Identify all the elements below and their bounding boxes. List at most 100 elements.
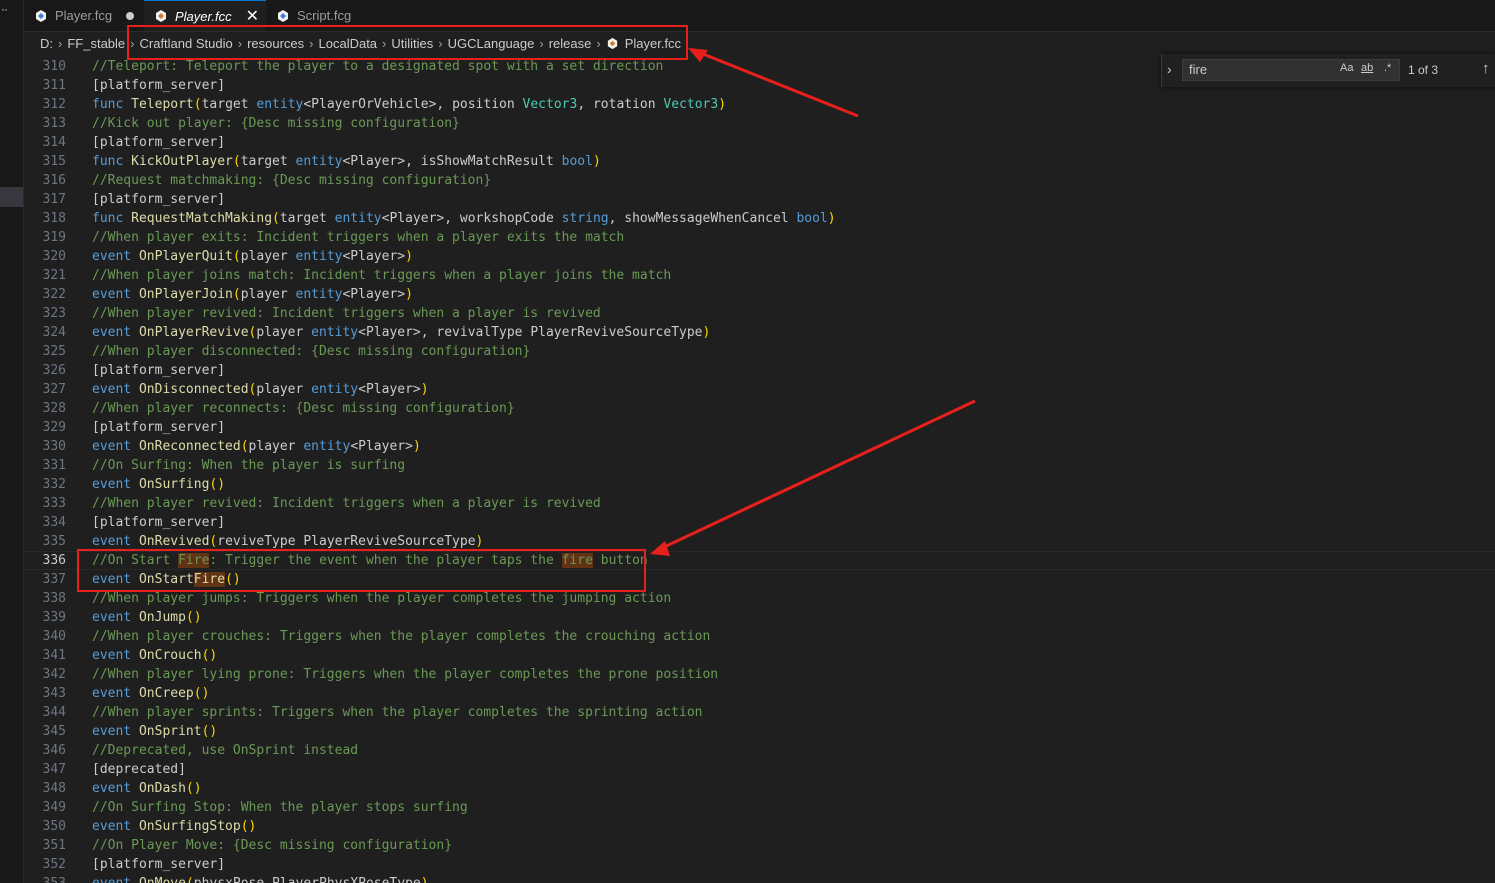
regex-button[interactable]: .* xyxy=(1384,62,1391,74)
code-token: [platform_server] xyxy=(92,135,226,150)
code-line[interactable]: 315 func KickOutPlayer(target entity<Play… xyxy=(24,152,1495,171)
previous-match-arrow-icon[interactable]: ↑ xyxy=(1482,60,1490,77)
line-number: 328 xyxy=(42,401,66,416)
code-line[interactable]: 345 event OnSprint() xyxy=(24,722,1495,741)
code-token: OnCreep xyxy=(138,686,194,701)
line-number: 325 xyxy=(42,344,66,359)
code-line[interactable]: 336 //On Start Fire: Trigger the event wh… xyxy=(24,551,1495,570)
code-text: event OnPlayerQuit(player entity<Player>… xyxy=(92,247,413,266)
code-token: entity xyxy=(311,382,359,397)
whole-word-button[interactable]: ab xyxy=(1361,62,1373,74)
code-line[interactable]: 328 //When player reconnects: {Desc missi… xyxy=(24,399,1495,418)
breadcrumb-item-utilities[interactable]: Utilities xyxy=(391,36,433,51)
code-token: ( xyxy=(272,211,280,226)
code-line[interactable]: 344 //When player sprints: Triggers when … xyxy=(24,703,1495,722)
code-line[interactable]: 341 event OnCrouch() xyxy=(24,646,1495,665)
code-line[interactable]: 342 //When player lying prone: Triggers w… xyxy=(24,665,1495,684)
code-token: player xyxy=(256,325,312,340)
tab-player-fcg[interactable]: Player.fcg xyxy=(34,0,146,31)
code-token: ) xyxy=(702,325,711,340)
breadcrumb-item-ff-stable[interactable]: FF_stable xyxy=(67,36,125,51)
code-line[interactable]: 343 event OnCreep() xyxy=(24,684,1495,703)
breadcrumb-item-resources[interactable]: resources xyxy=(247,36,304,51)
code-line[interactable]: 348 event OnDash() xyxy=(24,779,1495,798)
breadcrumb-item-craftland-studio[interactable]: Craftland Studio xyxy=(140,36,233,51)
breadcrumb-item-localdata[interactable]: LocalData xyxy=(319,36,378,51)
code-token: target xyxy=(201,97,257,112)
breadcrumb-item-release[interactable]: release xyxy=(549,36,592,51)
breadcrumb-item-drive[interactable]: D: xyxy=(40,36,53,51)
code-line[interactable]: 347 [deprecated] xyxy=(24,760,1495,779)
toggle-replace-chevron-icon[interactable]: › xyxy=(1167,61,1172,77)
code-line[interactable]: 321 //When player joins match: Incident t… xyxy=(24,266,1495,285)
code-line[interactable]: 338 //When player jumps: Triggers when th… xyxy=(24,589,1495,608)
code-line[interactable]: 340 //When player crouches: Triggers when… xyxy=(24,627,1495,646)
code-line[interactable]: 316 //Request matchmaking: {Desc missing … xyxy=(24,171,1495,190)
code-line[interactable]: 320 event OnPlayerQuit(player entity<Play… xyxy=(24,247,1495,266)
code-line[interactable]: 317 [platform_server] xyxy=(24,190,1495,209)
code-line[interactable]: 353 event OnMove(physxPose PlayerPhysXPos… xyxy=(24,874,1495,883)
code-token: OnReconnected xyxy=(138,439,241,454)
code-token: () xyxy=(193,686,210,701)
breadcrumb-item-player-fcc[interactable]: Player.fcc xyxy=(625,36,681,51)
code-line[interactable]: 350 event OnSurfingStop() xyxy=(24,817,1495,836)
code-line[interactable]: 352 [platform_server] xyxy=(24,855,1495,874)
code-text: //When player lying prone: Triggers when… xyxy=(92,665,718,684)
code-line[interactable]: 351 //On Player Move: {Desc missing confi… xyxy=(24,836,1495,855)
code-line[interactable]: 323 //When player revived: Incident trigg… xyxy=(24,304,1495,323)
line-number: 344 xyxy=(42,705,66,720)
code-editor-window: ·· Player.fcg Player.fcc ✕ Script.fcg D:… xyxy=(0,0,1495,883)
code-text: event OnRevived(reviveType PlayerReviveS… xyxy=(92,532,483,551)
code-line[interactable]: 318 func RequestMatchMaking(target entity… xyxy=(24,209,1495,228)
line-number: 317 xyxy=(42,192,66,207)
close-tab-icon[interactable]: ✕ xyxy=(246,6,259,26)
code-text: //When player revived: Incident triggers… xyxy=(92,494,601,513)
tab-player-fcc[interactable]: Player.fcc ✕ xyxy=(144,0,266,31)
code-line[interactable]: 329 [platform_server] xyxy=(24,418,1495,437)
code-token: ( xyxy=(232,287,241,302)
code-line[interactable]: 313 //Kick out player: {Desc missing conf… xyxy=(24,114,1495,133)
code-token: OnSprint xyxy=(138,724,202,739)
code-line[interactable]: 330 event OnReconnected(player entity<Pla… xyxy=(24,437,1495,456)
code-line[interactable]: 326 [platform_server] xyxy=(24,361,1495,380)
line-number: 349 xyxy=(42,800,66,815)
more-actions-icon[interactable]: ·· xyxy=(1,2,8,16)
code-line[interactable]: 335 event OnRevived(reviveType PlayerRevi… xyxy=(24,532,1495,551)
line-number: 327 xyxy=(42,382,66,397)
tab-script-fcg[interactable]: Script.fcg xyxy=(276,0,386,31)
code-token: event xyxy=(92,249,139,264)
code-token: OnRevived xyxy=(138,534,210,549)
code-token: event xyxy=(92,648,139,663)
code-line[interactable]: 334 [platform_server] xyxy=(24,513,1495,532)
line-number: 351 xyxy=(42,838,66,853)
code-line[interactable]: 314 [platform_server] xyxy=(24,133,1495,152)
code-token: bool xyxy=(561,154,593,169)
code-editor[interactable]: 310 //Teleport: Teleport the player to a … xyxy=(24,57,1495,883)
code-line[interactable]: 322 event OnPlayerJoin(player entity<Play… xyxy=(24,285,1495,304)
code-line[interactable]: 346 //Deprecated, use OnSprint instead xyxy=(24,741,1495,760)
code-token: <Player> xyxy=(350,439,413,454)
code-line[interactable]: 331 //On Surfing: When the player is surf… xyxy=(24,456,1495,475)
code-text: event OnStartFire() xyxy=(92,570,241,589)
breadcrumb-item-ugclanguage[interactable]: UGCLanguage xyxy=(448,36,535,51)
code-line[interactable]: 319 //When player exits: Incident trigger… xyxy=(24,228,1495,247)
code-line[interactable]: 349 //On Surfing Stop: When the player st… xyxy=(24,798,1495,817)
code-line[interactable]: 333 //When player revived: Incident trigg… xyxy=(24,494,1495,513)
code-token: [platform_server] xyxy=(92,420,226,435)
code-line[interactable]: 312 func Teleport(target entity<PlayerOrV… xyxy=(24,95,1495,114)
tab-label: Script.fcg xyxy=(297,8,352,23)
code-token: event xyxy=(92,382,139,397)
code-line[interactable]: 332 event OnSurfing() xyxy=(24,475,1495,494)
code-line[interactable]: 339 event OnJump() xyxy=(24,608,1495,627)
code-token: //When player disconnected: {Desc missin… xyxy=(92,344,531,359)
line-number: 346 xyxy=(42,743,66,758)
code-line[interactable]: 324 event OnPlayerRevive(player entity<Pl… xyxy=(24,323,1495,342)
code-line[interactable]: 327 event OnDisconnected(player entity<Pl… xyxy=(24,380,1495,399)
line-number: 319 xyxy=(42,230,66,245)
match-case-button[interactable]: Aa xyxy=(1340,62,1353,74)
code-line[interactable]: 337 event OnStartFire() xyxy=(24,570,1495,589)
code-token: physxPose PlayerPhysXPoseType xyxy=(194,876,421,883)
code-line[interactable]: 325 //When player disconnected: {Desc mis… xyxy=(24,342,1495,361)
code-token: () xyxy=(201,648,218,663)
code-text: //On Start Fire: Trigger the event when … xyxy=(92,552,648,569)
